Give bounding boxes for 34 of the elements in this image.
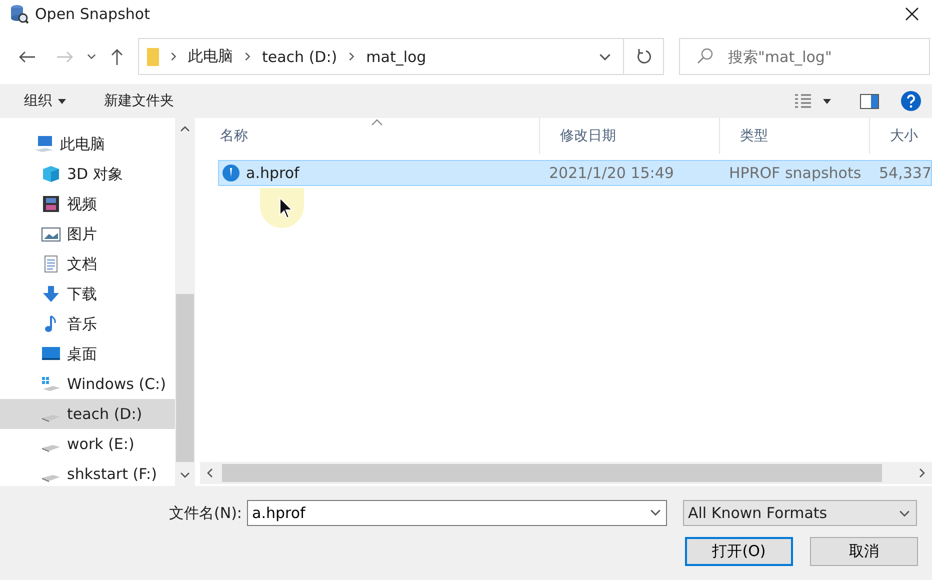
table-cell-text: HPROF snapshots (728, 164, 862, 182)
file-type-dropdown[interactable]: All Known Formats (683, 500, 917, 526)
sidebar-item[interactable]: 音乐 (0, 309, 175, 339)
sidebar-item[interactable]: teach (D:) (0, 399, 175, 429)
window-title: Open Snapshot (35, 5, 151, 23)
sidebar-item[interactable]: 图片 (0, 219, 175, 249)
sidebar-item[interactable]: 桌面 (0, 339, 175, 369)
breadcrumb-item[interactable]: mat_log (366, 48, 426, 66)
sidebar-item[interactable]: 下载 (0, 279, 175, 309)
address-bar[interactable]: 此电脑 teach (D:) mat_log (138, 38, 624, 75)
breadcrumb-item[interactable]: teach (D:) (262, 48, 338, 66)
filename-field[interactable]: a.hprof (247, 500, 667, 526)
open-button[interactable]: 打开(O) (685, 537, 793, 566)
sidebar-item[interactable]: 视频 (0, 189, 175, 219)
sidebar-item[interactable]: Windows (C:) (0, 369, 175, 399)
file-row[interactable]: a.hprof 2021/1/20 15:49 HPROF snapshots 54,337 (218, 160, 932, 186)
filename-label: 文件名(N): (169, 504, 243, 522)
table-cell-text: 54,337 (878, 164, 932, 182)
column-header[interactable]: 名称 (200, 118, 540, 154)
table-cell: a.hprof (219, 164, 541, 182)
column-header[interactable]: 类型 (720, 118, 870, 154)
sidebar-item[interactable]: 此电脑 (0, 129, 175, 159)
breadcrumb-item[interactable]: 此电脑 (188, 47, 233, 66)
table-cell-text: 2021/1/20 15:49 (548, 164, 675, 182)
column-header[interactable]: 大小 (870, 118, 932, 154)
new-folder-button[interactable]: 新建文件夹 (102, 90, 176, 112)
column-header[interactable]: 修改日期 (540, 118, 720, 154)
sidebar-item[interactable]: shkstart (F:) (0, 459, 175, 486)
organize-menu-button[interactable]: 组织 (22, 90, 68, 112)
sidebar-item[interactable]: work (E:) (0, 429, 175, 459)
sidebar-item[interactable]: 3D 对象 (0, 159, 175, 189)
search-field[interactable]: 搜索"mat_log" (679, 38, 930, 75)
sidebar-item[interactable]: 文档 (0, 249, 175, 279)
cancel-button[interactable]: 取消 (810, 537, 918, 566)
